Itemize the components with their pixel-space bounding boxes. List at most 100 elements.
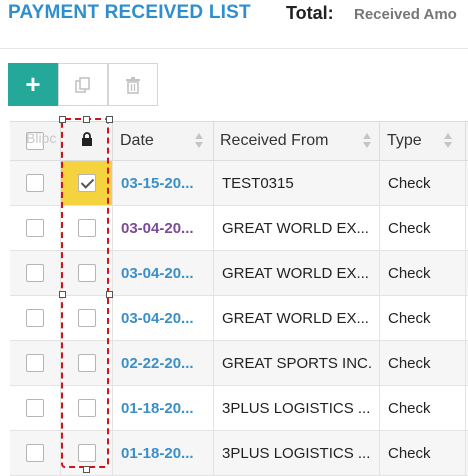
row-select-cell: [10, 386, 61, 430]
row-select-cell: [10, 161, 61, 205]
row-lock-cell: [61, 206, 113, 250]
resize-handle[interactable]: [83, 116, 90, 123]
date-link[interactable]: 03-15-20...: [121, 175, 194, 192]
row-select-checkbox[interactable]: [26, 444, 44, 462]
received-from-cell: GREAT WORLD EX...: [214, 296, 380, 340]
date-header-label: Date: [120, 132, 154, 149]
divider: [0, 48, 468, 49]
date-link[interactable]: 01-18-20...: [121, 445, 194, 462]
row-lock-cell: [61, 161, 113, 205]
type-text: Check: [388, 310, 431, 327]
sort-icon[interactable]: [363, 133, 371, 149]
trash-icon: [126, 76, 140, 94]
date-cell: 03-04-20...: [113, 296, 214, 340]
received-from-text: GREAT WORLD EX...: [222, 265, 369, 282]
received-from-text: GREAT WORLD EX...: [222, 220, 369, 237]
row-select-cell: [10, 251, 61, 295]
type-cell: Check: [380, 296, 466, 340]
row-lock-checkbox[interactable]: [78, 219, 96, 237]
row-lock-cell: [61, 296, 113, 340]
table-row[interactable]: 03-04-20... GREAT WORLD EX... Check: [10, 251, 468, 296]
received-from-cell: TEST0315: [214, 161, 380, 205]
resize-handle[interactable]: [83, 466, 90, 473]
received-from-text: TEST0315: [222, 175, 294, 192]
type-text: Check: [388, 175, 431, 192]
toolbar: +: [8, 63, 158, 106]
date-cell: 03-04-20...: [113, 251, 214, 295]
row-lock-checkbox[interactable]: [78, 399, 96, 417]
date-cell: 01-18-20...: [113, 386, 214, 430]
received-from-cell: GREAT SPORTS INC.: [214, 341, 380, 385]
date-column-header[interactable]: Date: [113, 122, 214, 160]
date-link[interactable]: 03-04-20...: [121, 310, 194, 327]
row-select-checkbox[interactable]: [26, 399, 44, 417]
row-select-checkbox[interactable]: [26, 309, 44, 327]
date-link[interactable]: 02-22-20...: [121, 355, 194, 372]
table-row[interactable]: 01-18-20... 3PLUS LOGISTICS ... Check: [10, 431, 468, 476]
table-row[interactable]: 02-22-20... GREAT SPORTS INC. Check: [10, 341, 468, 386]
lock-column-header[interactable]: [61, 122, 113, 160]
row-lock-cell: [61, 341, 113, 385]
table-row[interactable]: 01-18-20... 3PLUS LOGISTICS ... Check: [10, 386, 468, 431]
row-select-cell: [10, 431, 61, 475]
lock-icon: [82, 132, 92, 146]
type-column-header[interactable]: Type: [380, 122, 466, 160]
grid-header: Date Received From Type: [10, 121, 468, 161]
received-from-cell: 3PLUS LOGISTICS ...: [214, 386, 380, 430]
date-cell: 01-18-20...: [113, 431, 214, 475]
type-cell: Check: [380, 341, 466, 385]
resize-handle[interactable]: [59, 116, 66, 123]
received-from-cell: GREAT WORLD EX...: [214, 206, 380, 250]
received-from-text: GREAT SPORTS INC.: [222, 355, 373, 372]
type-text: Check: [388, 265, 431, 282]
type-text: Check: [388, 445, 431, 462]
add-button[interactable]: +: [8, 63, 58, 106]
date-cell: 03-15-20...: [113, 161, 214, 205]
type-cell: Check: [380, 251, 466, 295]
resize-handle[interactable]: [106, 116, 113, 123]
sort-icon[interactable]: [195, 133, 203, 149]
type-cell: Check: [380, 431, 466, 475]
row-select-checkbox[interactable]: [26, 264, 44, 282]
row-select-cell: [10, 206, 61, 250]
copy-button[interactable]: [58, 63, 108, 106]
date-link[interactable]: 01-18-20...: [121, 400, 194, 417]
table-row[interactable]: 03-04-20... GREAT WORLD EX... Check: [10, 206, 468, 251]
row-lock-checkbox[interactable]: [78, 444, 96, 462]
copy-icon: [75, 76, 90, 93]
delete-button[interactable]: [108, 63, 158, 106]
drag-ghost-label: Blipc: [26, 130, 57, 146]
row-select-checkbox[interactable]: [26, 219, 44, 237]
date-cell: 03-04-20...: [113, 206, 214, 250]
date-cell: 02-22-20...: [113, 341, 214, 385]
row-lock-checkbox[interactable]: [78, 174, 96, 192]
table-row[interactable]: 03-04-20... GREAT WORLD EX... Check: [10, 296, 468, 341]
row-lock-checkbox[interactable]: [78, 309, 96, 327]
table-row[interactable]: 03-15-20... TEST0315 Check: [10, 161, 468, 206]
type-cell: Check: [380, 206, 466, 250]
type-text: Check: [388, 220, 431, 237]
sort-icon[interactable]: [444, 133, 452, 149]
row-select-checkbox[interactable]: [26, 174, 44, 192]
resize-handle[interactable]: [106, 291, 113, 298]
received-from-header-label: Received From: [220, 132, 329, 149]
type-text: Check: [388, 400, 431, 417]
received-from-text: GREAT WORLD EX...: [222, 310, 369, 327]
date-link[interactable]: 03-04-20...: [121, 265, 194, 282]
type-header-label: Type: [387, 132, 422, 149]
row-lock-checkbox[interactable]: [78, 264, 96, 282]
type-text: Check: [388, 355, 431, 372]
row-lock-cell: [61, 386, 113, 430]
row-lock-checkbox[interactable]: [78, 354, 96, 372]
received-from-text: 3PLUS LOGISTICS ...: [222, 445, 371, 462]
received-from-cell: GREAT WORLD EX...: [214, 251, 380, 295]
row-lock-cell: [61, 251, 113, 295]
received-from-column-header[interactable]: Received From: [214, 122, 380, 160]
date-link[interactable]: 03-04-20...: [121, 220, 194, 237]
resize-handle[interactable]: [59, 291, 66, 298]
row-select-checkbox[interactable]: [26, 354, 44, 372]
total-value: Received Amo: [354, 6, 457, 23]
type-cell: Check: [380, 386, 466, 430]
received-from-cell: 3PLUS LOGISTICS ...: [214, 431, 380, 475]
plus-icon: +: [25, 69, 41, 99]
